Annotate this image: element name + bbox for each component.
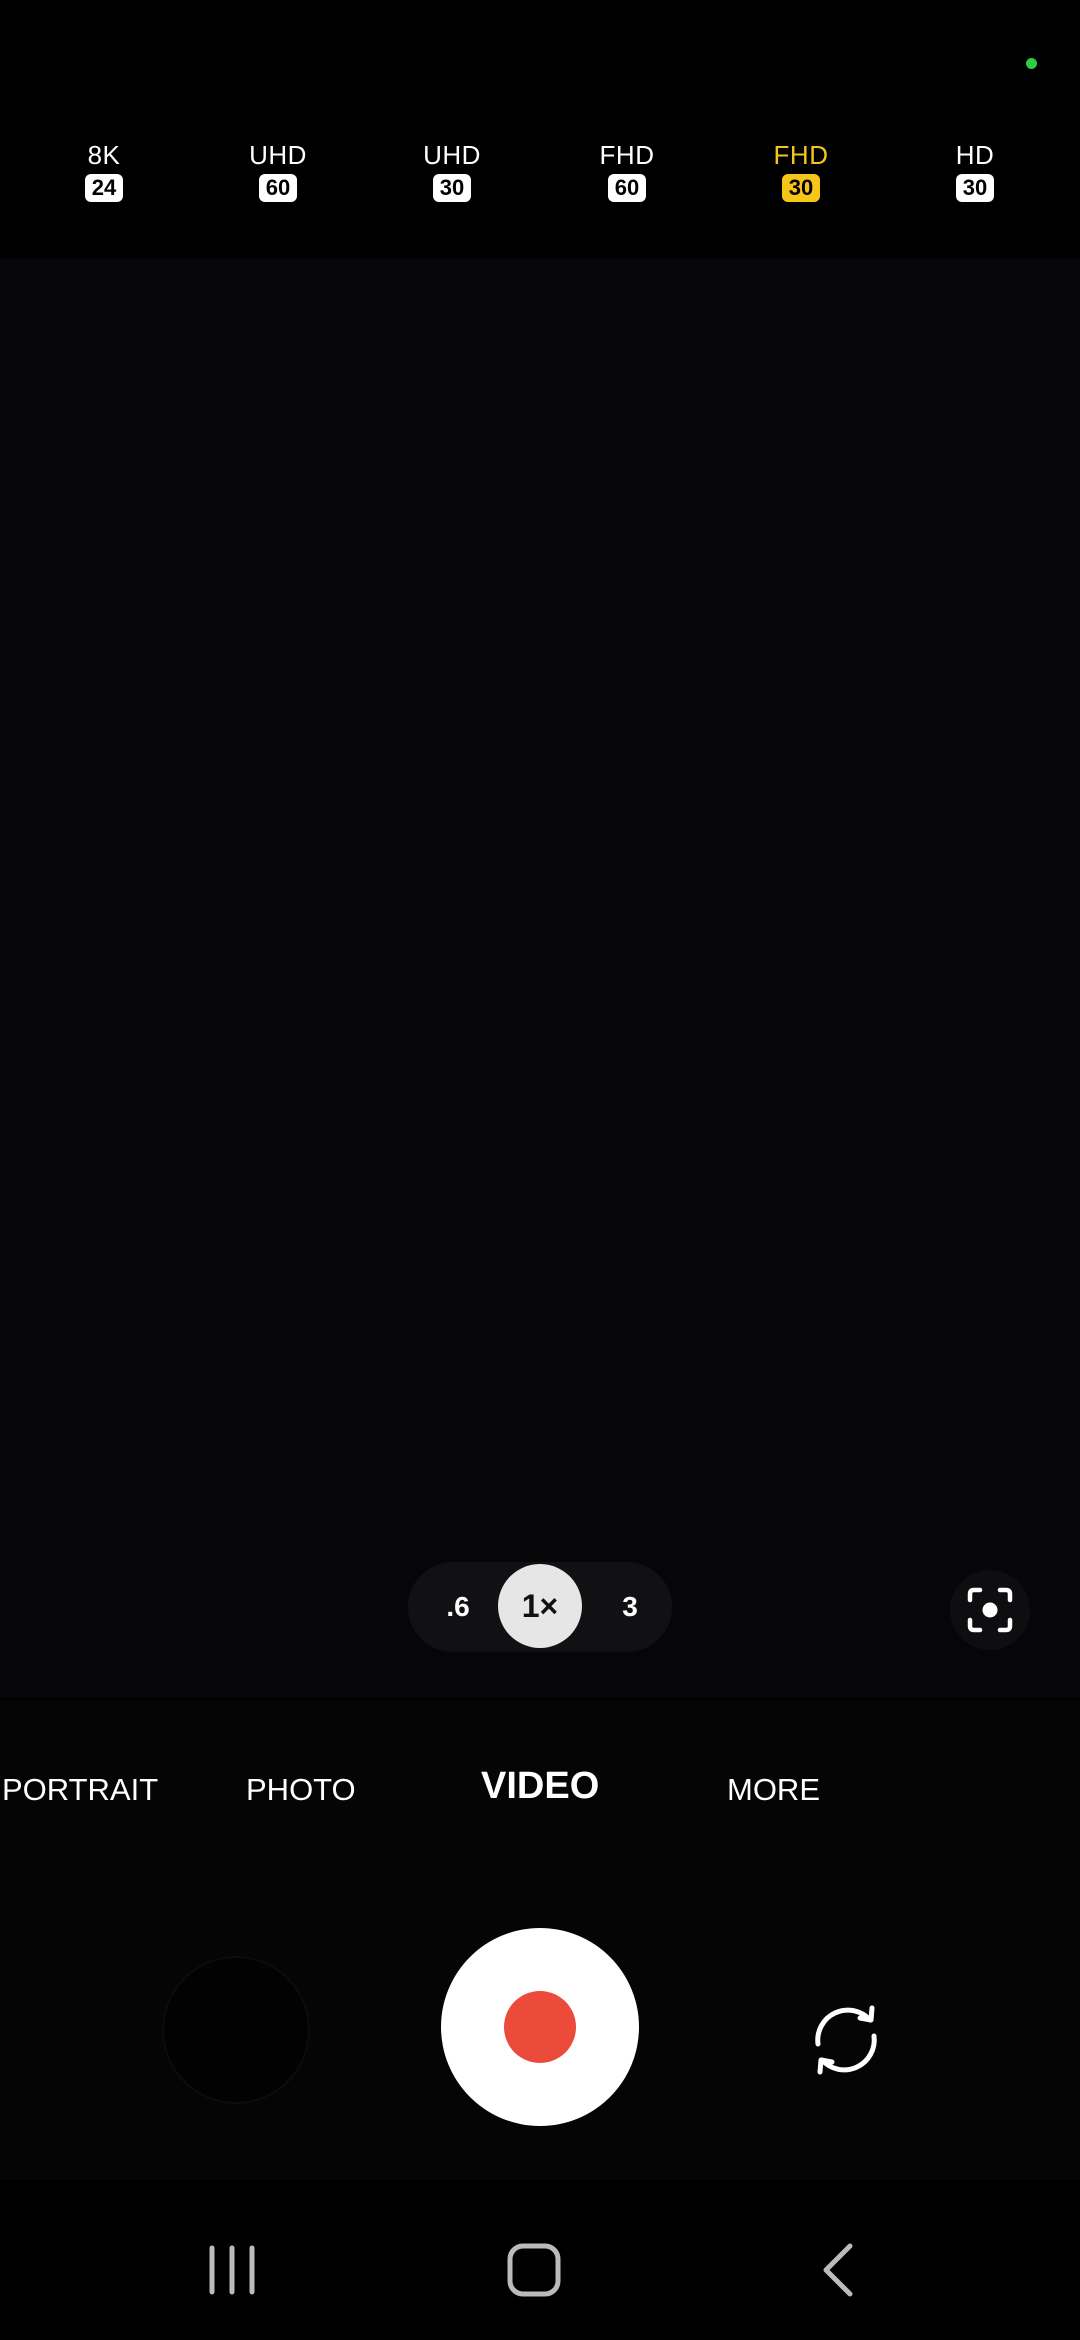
fps-badge: 30 bbox=[955, 174, 995, 202]
camera-screen: 8K 24 UHD 60 UHD 30 FHD 60 FHD 30 HD 30 … bbox=[0, 0, 1080, 2340]
fps-badge: 60 bbox=[607, 174, 647, 202]
viewfinder[interactable] bbox=[0, 258, 1080, 1698]
fps-badge: 60 bbox=[258, 174, 298, 202]
mode-more[interactable]: MORE bbox=[727, 1770, 820, 1810]
back-button[interactable] bbox=[800, 2230, 880, 2310]
back-icon bbox=[823, 2243, 853, 2297]
mode-photo[interactable]: PHOTO bbox=[246, 1770, 356, 1810]
resolution-option-uhd-30[interactable]: UHD 30 bbox=[392, 140, 512, 202]
recent-apps-icon bbox=[209, 2245, 255, 2295]
resolution-option-hd-30[interactable]: HD 30 bbox=[915, 140, 1035, 202]
mode-video[interactable]: VIDEO bbox=[481, 1766, 599, 1806]
resolution-option-fhd-30[interactable]: FHD 30 bbox=[741, 140, 861, 202]
home-icon bbox=[507, 2243, 561, 2297]
zoom-1x-button[interactable]: 1× bbox=[498, 1564, 582, 1648]
resolution-option-uhd-60[interactable]: UHD 60 bbox=[218, 140, 338, 202]
fps-badge: 24 bbox=[84, 174, 124, 202]
resolution-label: UHD bbox=[249, 140, 307, 170]
zoom-ultrawide-button[interactable]: .6 bbox=[438, 1562, 478, 1652]
fps-badge: 30 bbox=[781, 174, 821, 202]
mode-portrait[interactable]: PORTRAIT bbox=[2, 1770, 158, 1810]
resolution-label: HD bbox=[955, 140, 995, 170]
switch-camera-icon bbox=[815, 2005, 877, 2075]
resolution-label: 8K bbox=[87, 140, 121, 170]
camera-in-use-indicator bbox=[1026, 58, 1037, 69]
resolution-label: UHD bbox=[423, 140, 481, 170]
record-dot bbox=[504, 1991, 576, 2063]
resolution-selector: 8K 24 UHD 60 UHD 30 FHD 60 FHD 30 HD 30 bbox=[0, 140, 1080, 220]
resolution-label: FHD bbox=[599, 140, 655, 170]
auto-framing-button[interactable] bbox=[950, 1570, 1030, 1650]
resolution-option-fhd-60[interactable]: FHD 60 bbox=[567, 140, 687, 202]
switch-camera-button[interactable] bbox=[796, 1990, 896, 2090]
resolution-label: FHD bbox=[773, 140, 829, 170]
resolution-option-8k-24[interactable]: 8K 24 bbox=[44, 140, 164, 202]
gallery-thumbnail[interactable] bbox=[162, 1956, 310, 2104]
fps-badge: 30 bbox=[432, 174, 472, 202]
auto-framing-icon bbox=[967, 1587, 1013, 1633]
record-button[interactable] bbox=[441, 1928, 639, 2126]
recent-apps-button[interactable] bbox=[192, 2230, 272, 2310]
zoom-tele-button[interactable]: 3 bbox=[610, 1562, 650, 1652]
zoom-selector: .6 1× 3 bbox=[408, 1562, 672, 1652]
home-button[interactable] bbox=[494, 2230, 574, 2310]
